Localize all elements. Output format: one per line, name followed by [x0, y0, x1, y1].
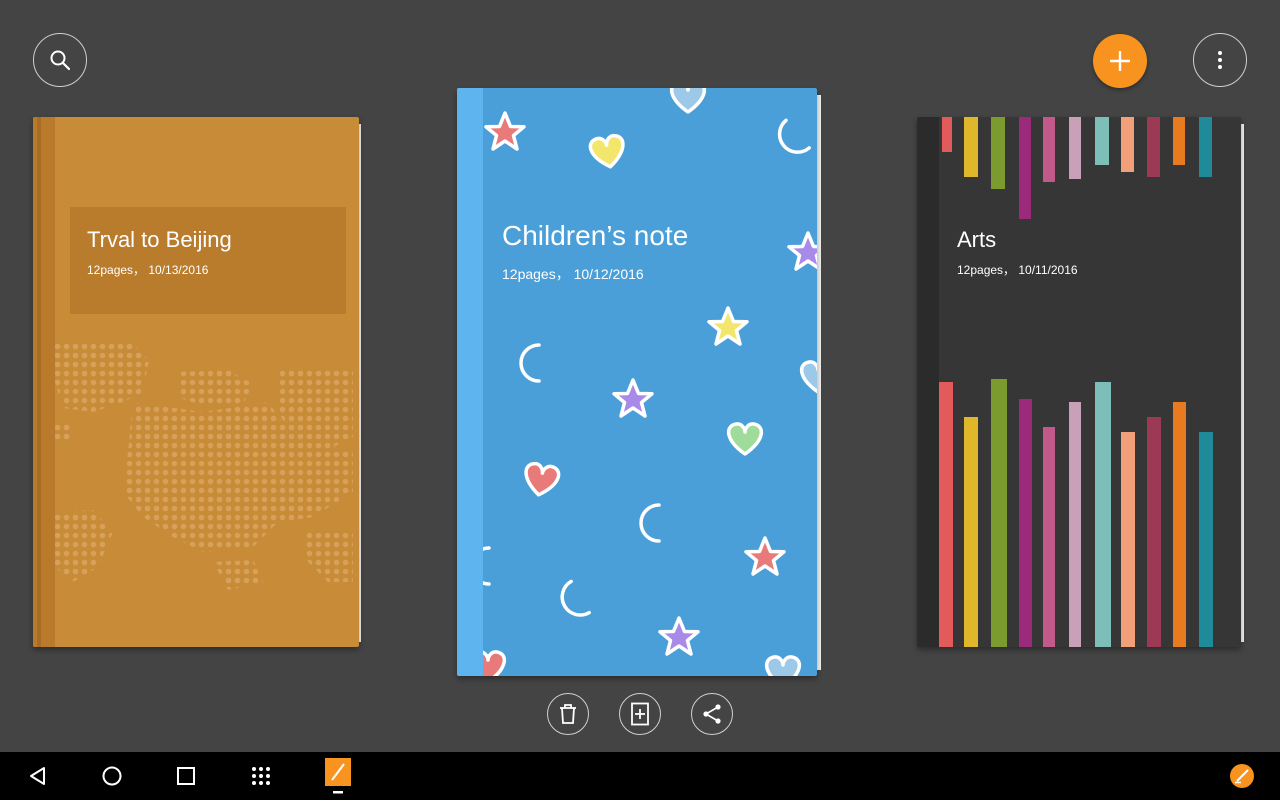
- notebook-spine-line: [37, 117, 41, 647]
- notebook-cover: Arts 12pages， 10/11/2016: [917, 117, 1241, 647]
- recents-icon: [177, 767, 195, 785]
- notebook-card[interactable]: Trval to Beijing 12pages， 10/13/2016: [33, 117, 365, 648]
- notebook-card-selected[interactable]: Children’s note 12pages， 10/12/2016: [457, 88, 825, 678]
- system-navigation-bar: [0, 752, 1280, 800]
- more-options-button[interactable]: [1193, 33, 1247, 87]
- notebook-spine: [457, 88, 483, 676]
- stars-hearts-moons-pattern: [483, 88, 817, 676]
- add-page-icon: [631, 702, 649, 726]
- notebook-meta: 12pages， 10/13/2016: [87, 263, 209, 277]
- notebook-card[interactable]: Arts 12pages， 10/11/2016: [917, 117, 1249, 648]
- share-icon: [703, 704, 721, 724]
- notebook-app-icon: [325, 758, 351, 794]
- apps-button[interactable]: [237, 752, 285, 800]
- notebook-meta: 12pages， 10/12/2016: [502, 266, 644, 282]
- notebook-meta: 12pages， 10/11/2016: [957, 263, 1078, 277]
- active-app-button[interactable]: [314, 752, 362, 800]
- tray-app-button[interactable]: [1218, 752, 1266, 800]
- delete-button[interactable]: [547, 693, 589, 735]
- home-button[interactable]: [88, 752, 136, 800]
- trash-icon: [560, 704, 576, 724]
- apps-grid-icon: [252, 767, 270, 785]
- search-button[interactable]: [33, 33, 87, 87]
- notebook-cover: Trval to Beijing 12pages， 10/13/2016: [33, 117, 359, 647]
- add-page-button[interactable]: [619, 693, 661, 735]
- notebook-spine: [917, 117, 939, 647]
- search-icon: [50, 50, 71, 71]
- recents-button[interactable]: [162, 752, 210, 800]
- color-stripes-pattern: [939, 117, 1213, 647]
- world-map-dots-pattern: [55, 344, 353, 590]
- back-icon: [30, 767, 45, 785]
- notebook-cover: Children’s note 12pages， 10/12/2016: [457, 88, 817, 676]
- notebook-title: Trval to Beijing: [87, 227, 232, 252]
- notebook-title: Children’s note: [502, 220, 689, 251]
- notebook-title: Arts: [957, 227, 997, 252]
- back-button[interactable]: [14, 752, 62, 800]
- share-button[interactable]: [691, 693, 733, 735]
- more-vertical-icon: [1218, 51, 1222, 69]
- notebook-tray-icon: [1230, 764, 1254, 788]
- add-notebook-button[interactable]: [1093, 34, 1147, 88]
- home-icon: [102, 766, 122, 786]
- plus-icon: [1110, 51, 1130, 71]
